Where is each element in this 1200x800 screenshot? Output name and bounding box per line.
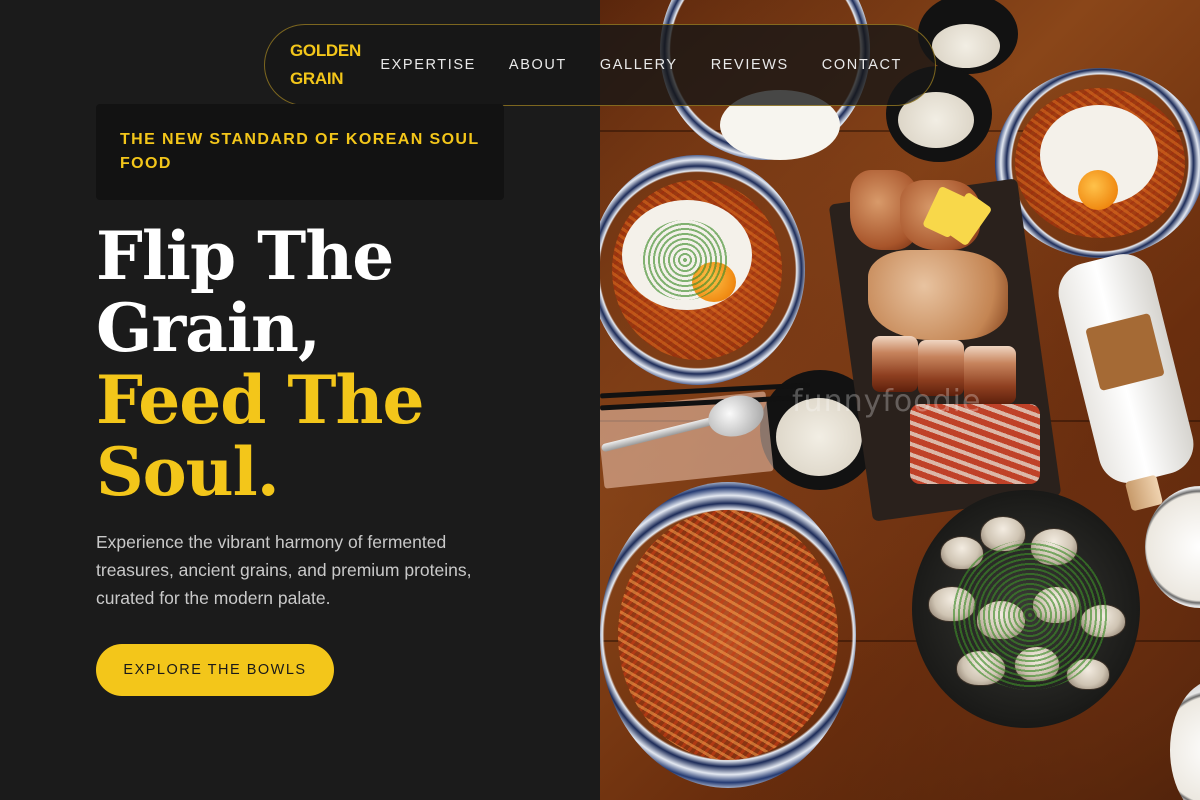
nav-link-expertise[interactable]: EXPERTISE	[380, 57, 476, 73]
nav-link-about[interactable]: ABOUT	[509, 57, 567, 73]
headline-line-4: Soul.	[96, 433, 280, 511]
top-navigation: GOLDEN GRAIN EXPERTISE ABOUT GALLERY REV…	[264, 24, 936, 106]
scallion-garnish	[950, 540, 1110, 690]
spicy-noodles	[618, 510, 838, 760]
nav-link-reviews[interactable]: REVIEWS	[711, 57, 789, 73]
headline-line-2: Grain,	[96, 289, 321, 367]
brand-logo[interactable]: GOLDEN GRAIN	[290, 37, 361, 93]
hero-food-photo: funnyfoodie	[600, 0, 1200, 800]
headline-line-1: Flip The	[96, 217, 394, 295]
chicken-cutlet	[868, 250, 1008, 340]
nav-links: EXPERTISE ABOUT GALLERY REVIEWS CONTACT	[380, 57, 935, 73]
brand-logo-line1: GOLDEN	[290, 41, 361, 60]
tagline-box: THE NEW STANDARD OF KOREAN SOUL FOOD	[96, 104, 504, 200]
hero-description: Experience the vibrant harmony of fermen…	[96, 532, 472, 608]
photo-watermark: funnyfoodie	[792, 384, 982, 419]
scallion-garnish	[640, 220, 730, 300]
makgeolli-liquid	[932, 24, 1000, 68]
nav-link-contact[interactable]: CONTACT	[822, 57, 902, 73]
headline-line-3: Feed The	[96, 361, 424, 439]
side-plate	[1170, 680, 1200, 800]
nav-link-gallery[interactable]: GALLERY	[600, 57, 678, 73]
bottle-cap	[1124, 474, 1164, 512]
hero-headline: Flip The Grain, Feed The Soul.	[96, 220, 536, 508]
hero-tagline: THE NEW STANDARD OF KOREAN SOUL FOOD	[120, 131, 480, 172]
fried-egg-yolk	[1078, 170, 1118, 210]
brand-logo-line2: GRAIN	[290, 69, 344, 88]
explore-bowls-button[interactable]: EXPLORE THE BOWLS	[96, 644, 334, 696]
